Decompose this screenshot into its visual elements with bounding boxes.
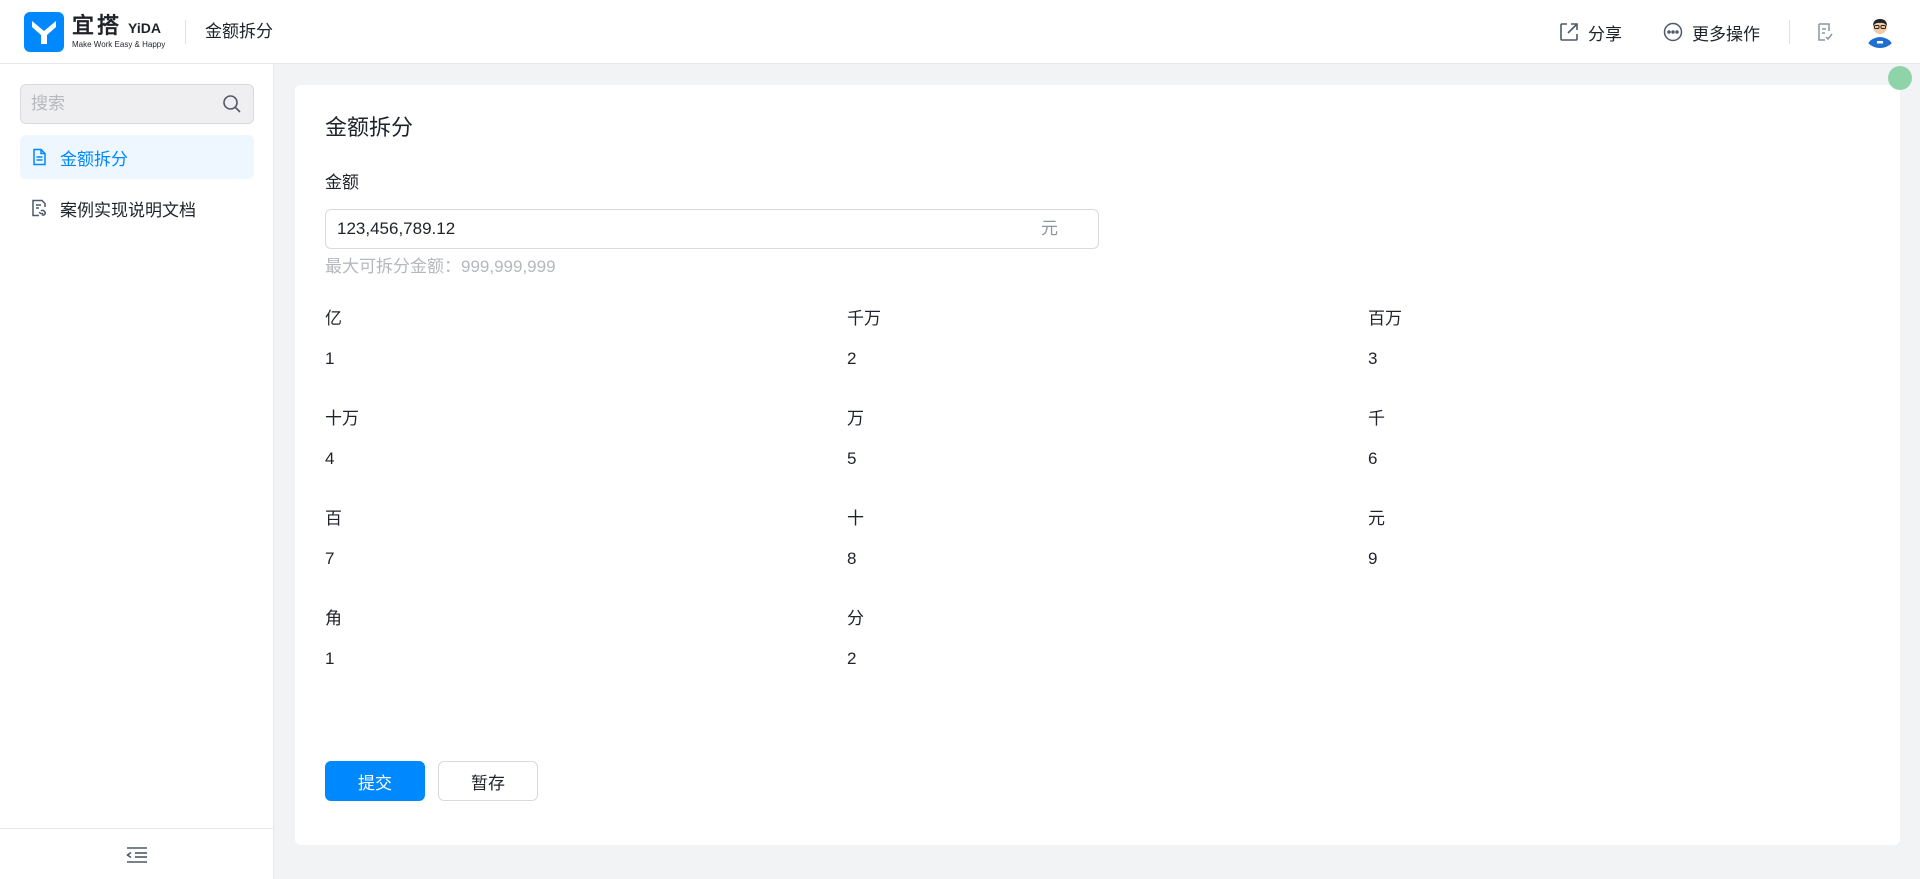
more-icon <box>1663 22 1683 42</box>
amount-input[interactable] <box>337 210 987 248</box>
field-label: 千 <box>1368 409 1385 428</box>
amount-label: 金额 <box>325 173 359 192</box>
field-shi: 十 8 <box>847 507 1247 571</box>
share-label: 分享 <box>1588 24 1622 44</box>
field-value: 2 <box>847 349 857 368</box>
collapse-sidebar-icon[interactable] <box>125 845 149 865</box>
field-value: 9 <box>1368 549 1378 568</box>
field-wan: 万 5 <box>847 407 1247 471</box>
field-baiwan: 百万 3 <box>1368 307 1768 371</box>
field-value: 7 <box>325 549 335 568</box>
field-qianwan: 千万 2 <box>847 307 1247 371</box>
logo-slogan: Make Work Easy & Happy <box>72 40 166 49</box>
sidebar-item-label: 案例实现说明文档 <box>60 200 196 220</box>
user-avatar[interactable] <box>1863 14 1897 48</box>
field-shiwan: 十万 4 <box>325 407 725 471</box>
status-dot <box>1888 66 1912 90</box>
field-value: 2 <box>847 649 857 668</box>
amount-field: 元 <box>325 209 1099 249</box>
field-value: 6 <box>1368 449 1378 468</box>
header-divider <box>185 20 186 44</box>
field-label: 元 <box>1368 509 1385 528</box>
file-icon <box>33 148 46 166</box>
more-actions-label: 更多操作 <box>1692 24 1760 44</box>
share-icon <box>1560 23 1578 41</box>
field-label: 千万 <box>847 309 881 328</box>
field-qian: 千 6 <box>1368 407 1768 471</box>
sidebar-item-case-doc[interactable]: 案例实现说明文档 <box>20 186 254 230</box>
search-icon[interactable] <box>222 94 242 114</box>
sidebar-item-label: 金额拆分 <box>60 149 128 169</box>
top-header: 宜搭 YiDA Make Work Easy & Happy 金额拆分 分享 更… <box>0 0 1920 64</box>
logo-text-en: YiDA <box>128 20 161 36</box>
sidebar-collapse-bar <box>0 828 273 879</box>
field-value: 1 <box>325 649 335 668</box>
field-value: 8 <box>847 549 857 568</box>
more-actions-button[interactable]: 更多操作 <box>1662 18 1760 46</box>
amount-hint: 最大可拆分金额：999,999,999 <box>325 257 556 276</box>
field-label: 万 <box>847 409 864 428</box>
sidebar-search <box>20 84 254 124</box>
todo-icon[interactable] <box>1814 21 1836 43</box>
field-label: 亿 <box>325 309 342 328</box>
logo-text-cn: 宜搭 <box>72 13 123 38</box>
field-value: 1 <box>325 349 335 368</box>
field-value: 3 <box>1368 349 1378 368</box>
submit-button[interactable]: 提交 <box>325 761 425 801</box>
field-label: 分 <box>847 609 864 628</box>
search-input[interactable] <box>31 85 211 123</box>
field-jiao: 角 1 <box>325 607 725 671</box>
field-label: 百万 <box>1368 309 1402 328</box>
field-bai: 百 7 <box>325 507 725 571</box>
field-label: 十万 <box>325 409 359 428</box>
field-value: 4 <box>325 449 335 468</box>
form-card: 金额拆分 金额 元 最大可拆分金额：999,999,999 亿 1 千万 2 百… <box>295 85 1900 845</box>
header-divider-right <box>1789 20 1790 44</box>
yida-logo-mark-icon <box>24 12 64 52</box>
field-fen: 分 2 <box>847 607 1247 671</box>
field-value: 5 <box>847 449 857 468</box>
form-title: 金额拆分 <box>325 115 414 140</box>
app-title: 金额拆分 <box>205 22 273 41</box>
share-button[interactable]: 分享 <box>1558 18 1622 46</box>
doc-link-icon <box>32 199 46 217</box>
field-label: 十 <box>847 509 864 528</box>
save-draft-button[interactable]: 暂存 <box>438 761 538 801</box>
field-label: 角 <box>325 609 342 628</box>
field-label: 百 <box>325 509 342 528</box>
yida-logo[interactable]: 宜搭 YiDA Make Work Easy & Happy <box>24 12 166 52</box>
field-yuan: 元 9 <box>1368 507 1768 571</box>
amount-unit: 元 <box>1041 219 1058 238</box>
field-yi: 亿 1 <box>325 307 725 371</box>
sidebar: 金额拆分 案例实现说明文档 <box>0 64 274 879</box>
sidebar-item-amount-split[interactable]: 金额拆分 <box>20 135 254 179</box>
